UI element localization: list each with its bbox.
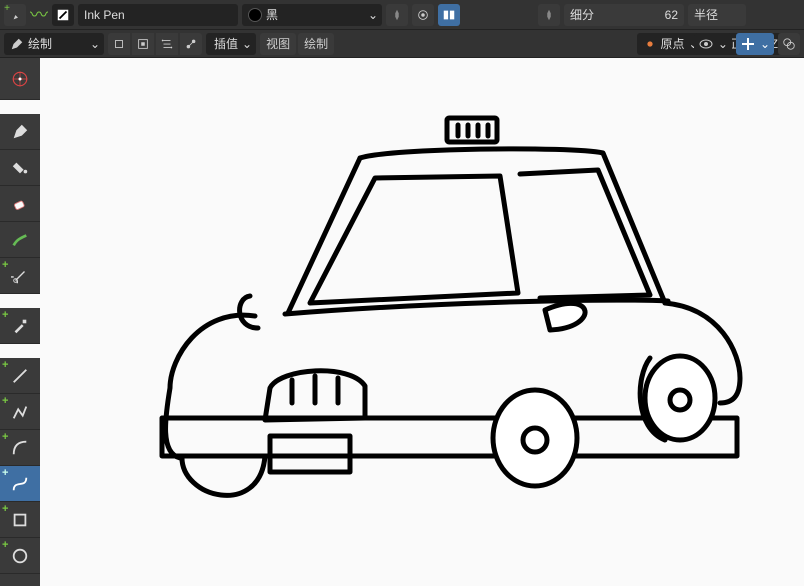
- pencil-icon: [10, 37, 24, 51]
- origin-label: 原点: [661, 35, 685, 52]
- subdiv-label: 细分: [570, 6, 594, 23]
- tool-line[interactable]: +: [0, 358, 40, 394]
- chevron-down-icon: ⌄: [760, 37, 770, 51]
- eye-icon: [698, 36, 714, 52]
- brush-name-field[interactable]: Ink Pen: [78, 4, 238, 26]
- plus-icon: +: [2, 539, 8, 551]
- onion-skin-icon[interactable]: [412, 4, 434, 26]
- view-menu[interactable]: 视图: [260, 33, 296, 55]
- stroke-squiggle-icon: 〰: [30, 6, 48, 24]
- tool-palette: + + + + + + + +: [0, 58, 40, 586]
- brush-thumbnail[interactable]: [52, 4, 74, 26]
- view-draw-group: 视图 绘制: [260, 33, 334, 55]
- tool-fill[interactable]: [0, 150, 40, 186]
- tool-box[interactable]: +: [0, 502, 40, 538]
- interp-label: 插值: [214, 35, 238, 52]
- pin-material-icon[interactable]: [386, 4, 408, 26]
- mode-dropdown[interactable]: 绘制 ⌄: [4, 33, 104, 55]
- plus-icon: +: [2, 431, 8, 443]
- material-color-swatch: [248, 8, 262, 22]
- select-point-icon[interactable]: [108, 33, 130, 55]
- tool-polyline[interactable]: +: [0, 394, 40, 430]
- tool-erase[interactable]: [0, 186, 40, 222]
- plus-icon: +: [2, 309, 8, 321]
- mode-label: 绘制: [28, 35, 52, 52]
- draw-menu[interactable]: 绘制: [298, 33, 334, 55]
- origin-dropdown[interactable]: 原点 ⌄: [637, 33, 703, 55]
- select-mode-group: [108, 33, 202, 55]
- chevron-down-icon: ⌄: [90, 37, 100, 51]
- radius-field[interactable]: 半径: [688, 4, 746, 26]
- gizmo-dropdown[interactable]: ⌄: [736, 33, 774, 55]
- material-dropdown[interactable]: 黑 ⌄: [242, 4, 382, 26]
- brush-panel-icon[interactable]: +: [4, 4, 26, 26]
- subdiv-value: 62: [665, 8, 678, 22]
- visibility-dropdown[interactable]: ⌄: [694, 33, 732, 55]
- gizmo-icon: [740, 36, 756, 52]
- chevron-down-icon: ⌄: [368, 8, 378, 22]
- plus-icon: +: [2, 395, 8, 407]
- pin-icon[interactable]: [538, 4, 560, 26]
- select-segment-icon[interactable]: [180, 33, 202, 55]
- plus-icon: +: [2, 467, 8, 479]
- subdiv-field[interactable]: 细分 62: [564, 4, 684, 26]
- plus-icon: +: [2, 259, 8, 271]
- multiframe-icon[interactable]: [438, 4, 460, 26]
- tool-tint[interactable]: [0, 222, 40, 258]
- header-toolbar: 绘制 ⌄ 插值 ⌄ 视图 绘制 原点 ⌄ 正面(X-Z) ⌄ ⌄ ⌄: [0, 30, 804, 58]
- material-label: 黑: [266, 6, 278, 23]
- view-label: 视图: [266, 35, 290, 52]
- tool-arc[interactable]: +: [0, 430, 40, 466]
- tool-curve[interactable]: +: [0, 466, 40, 502]
- header-top: + 〰 Ink Pen 黑 ⌄ 细分 62 半径: [0, 0, 804, 30]
- origin-icon: [643, 37, 657, 51]
- drawing-content: [40, 58, 804, 554]
- plus-icon: +: [2, 359, 8, 371]
- view-controls: ⌄ ⌄: [694, 30, 800, 58]
- radius-label: 半径: [694, 6, 718, 23]
- select-stroke-icon[interactable]: [132, 33, 154, 55]
- interp-dropdown[interactable]: 插值 ⌄: [206, 33, 256, 55]
- draw-label: 绘制: [304, 35, 328, 52]
- select-between-icon[interactable]: [156, 33, 178, 55]
- tool-more[interactable]: [0, 574, 40, 586]
- tool-eyedropper[interactable]: +: [0, 308, 40, 344]
- chevron-down-icon: ⌄: [242, 37, 252, 51]
- tool-cursor[interactable]: [0, 58, 40, 100]
- brush-name: Ink Pen: [84, 8, 125, 22]
- tool-circle[interactable]: +: [0, 538, 40, 574]
- tool-cutter[interactable]: +: [0, 258, 40, 294]
- chevron-down-icon: ⌄: [718, 37, 728, 51]
- plus-icon: +: [2, 503, 8, 515]
- tool-draw[interactable]: [0, 114, 40, 150]
- overlay-toggle-icon[interactable]: [778, 33, 800, 55]
